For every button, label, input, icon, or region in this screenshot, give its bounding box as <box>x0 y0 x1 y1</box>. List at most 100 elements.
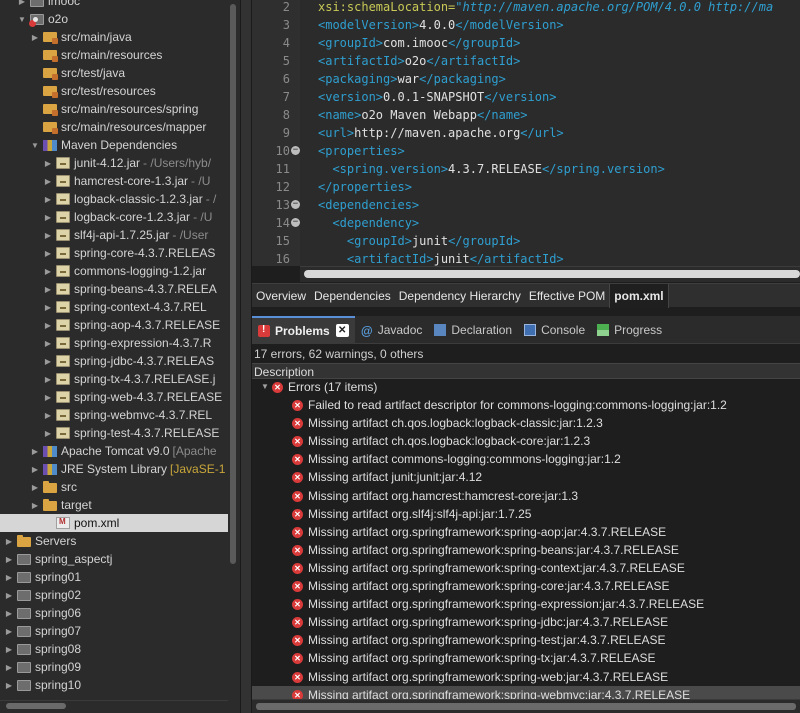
collapsed-twisty-icon[interactable]: ▶ <box>4 555 14 564</box>
view-tab[interactable]: @ Javadoc <box>355 316 429 344</box>
tree-item[interactable]: ▶ spring-aop-4.3.7.RELEASE <box>0 316 228 334</box>
tree-item[interactable]: ▶ spring06 <box>0 604 228 622</box>
problem-row[interactable]: ✕ Missing artifact org.springframework:sp… <box>252 649 800 667</box>
tree-item[interactable]: src/main/resources <box>0 46 228 64</box>
problem-row[interactable]: ✕ Missing artifact org.springframework:sp… <box>252 595 800 613</box>
collapsed-twisty-icon[interactable]: ▶ <box>30 465 40 474</box>
problem-row[interactable]: ✕ Missing artifact org.springframework:sp… <box>252 559 800 577</box>
tree-item[interactable]: ▶ spring08 <box>0 640 228 658</box>
tree-item[interactable]: ▶ spring-beans-4.3.7.RELEA <box>0 280 228 298</box>
collapsed-twisty-icon[interactable]: ▶ <box>43 159 53 168</box>
expanded-twisty-icon[interactable]: ▼ <box>17 15 27 24</box>
problem-row[interactable]: ✕ Missing artifact org.springframework:sp… <box>252 686 800 699</box>
problem-row[interactable]: ✕ Missing artifact org.springframework:sp… <box>252 631 800 649</box>
collapsed-twisty-icon[interactable]: ▶ <box>43 411 53 420</box>
tree-item[interactable]: ▼ o2o <box>0 10 228 28</box>
collapsed-twisty-icon[interactable]: ▶ <box>43 249 53 258</box>
collapsed-twisty-icon[interactable]: ▶ <box>43 195 53 204</box>
collapsed-twisty-icon[interactable]: ▶ <box>4 627 14 636</box>
fold-toggle-icon[interactable]: − <box>291 200 300 209</box>
collapsed-twisty-icon[interactable]: ▶ <box>17 0 27 6</box>
view-tab[interactable]: Problems ✕ <box>252 315 355 344</box>
problem-row[interactable]: ✕ Missing artifact junit:junit:jar:4.12 <box>252 468 800 486</box>
tree-item[interactable]: ▶ spring-test-4.3.7.RELEASE <box>0 424 228 442</box>
pom-tab[interactable]: Effective POM <box>525 284 609 308</box>
collapsed-twisty-icon[interactable]: ▶ <box>43 339 53 348</box>
tree-item[interactable]: ▶ Apache Tomcat v9.0 [Apache <box>0 442 228 460</box>
collapsed-twisty-icon[interactable]: ▶ <box>43 393 53 402</box>
tree-item[interactable]: ▶ spring-web-4.3.7.RELEASE <box>0 388 228 406</box>
collapsed-twisty-icon[interactable]: ▶ <box>43 429 53 438</box>
explorer-scroll-thumb[interactable] <box>230 4 236 564</box>
tree-item[interactable]: ▶ spring02 <box>0 586 228 604</box>
code-line[interactable]: <url>http://maven.apache.org</url> <box>318 124 564 142</box>
tree-item[interactable]: src/main/resources/mapper <box>0 118 228 136</box>
tree-item[interactable]: ▶ JRE System Library [JavaSE-1 <box>0 460 228 478</box>
collapsed-twisty-icon[interactable]: ▶ <box>43 357 53 366</box>
collapsed-twisty-icon[interactable]: ▶ <box>43 267 53 276</box>
pom-tab[interactable]: Dependency Hierarchy <box>395 284 525 308</box>
code-line[interactable]: xsi:schemaLocation="http://maven.apache.… <box>318 0 773 16</box>
problems-hscroll-thumb[interactable] <box>256 703 796 710</box>
pom-tab[interactable]: Dependencies <box>310 284 395 308</box>
collapsed-twisty-icon[interactable]: ▶ <box>30 483 40 492</box>
tree-item[interactable]: ▶ spring09 <box>0 658 228 676</box>
tree-item[interactable]: ▶ logback-classic-1.2.3.jar - / <box>0 190 228 208</box>
collapsed-twisty-icon[interactable]: ▶ <box>43 177 53 186</box>
tree-item[interactable]: pom.xml <box>0 514 228 532</box>
tree-item[interactable]: ▶ spring07 <box>0 622 228 640</box>
view-tab[interactable]: Declaration <box>428 316 518 344</box>
tree-item[interactable]: ▶ junit-4.12.jar - /Users/hyb/ <box>0 154 228 172</box>
problem-row[interactable]: ✕ Missing artifact org.springframework:sp… <box>252 523 800 541</box>
problem-row[interactable]: ✕ Missing artifact org.slf4j:slf4j-api:ja… <box>252 505 800 523</box>
code-line[interactable]: <version>0.0.1-SNAPSHOT</version> <box>318 88 556 106</box>
pom-tab[interactable]: pom.xml <box>609 283 669 308</box>
expanded-twisty-icon[interactable]: ▼ <box>30 141 40 150</box>
code-line[interactable]: <groupId>com.imooc</groupId> <box>318 34 520 52</box>
tree-item[interactable]: ▼ Maven Dependencies <box>0 136 228 154</box>
problem-row[interactable]: ✕ Failed to read artifact descriptor for … <box>252 396 800 414</box>
tree-item[interactable]: src/main/resources/spring <box>0 100 228 118</box>
collapsed-twisty-icon[interactable]: ▶ <box>43 303 53 312</box>
code-line[interactable]: </properties> <box>318 178 412 196</box>
code-line[interactable]: <name>o2o Maven Webapp</name> <box>318 106 528 124</box>
code-line[interactable]: <dependencies> <box>318 196 419 214</box>
collapsed-twisty-icon[interactable]: ▶ <box>30 447 40 456</box>
tree-item[interactable]: ▶ spring01 <box>0 568 228 586</box>
code-line[interactable]: <dependency> <box>318 214 419 232</box>
problem-row[interactable]: ✕ Missing artifact org.hamcrest:hamcrest-… <box>252 487 800 505</box>
collapsed-twisty-icon[interactable]: ▶ <box>4 573 14 582</box>
collapsed-twisty-icon[interactable]: ▶ <box>43 285 53 294</box>
pane-divider[interactable] <box>240 0 252 713</box>
tree-item[interactable]: ▶ spring_aspectj <box>0 550 228 568</box>
collapsed-twisty-icon[interactable]: ▶ <box>4 645 14 654</box>
collapsed-twisty-icon[interactable]: ▶ <box>4 609 14 618</box>
tree-item[interactable]: ▶ spring-core-4.3.7.RELEAS <box>0 244 228 262</box>
errors-group-row[interactable]: ▼ ✕ Errors (17 items) <box>252 379 800 396</box>
problem-row[interactable]: ✕ Missing artifact org.springframework:sp… <box>252 577 800 595</box>
code-line[interactable]: <spring.version>4.3.7.RELEASE</spring.ve… <box>318 160 664 178</box>
fold-toggle-icon[interactable]: − <box>291 146 300 155</box>
tree-item[interactable]: ▶ spring-tx-4.3.7.RELEASE.j <box>0 370 228 388</box>
tree-item[interactable]: src/test/java <box>0 64 228 82</box>
problem-row[interactable]: ✕ Missing artifact commons-logging:common… <box>252 450 800 468</box>
close-tab-icon[interactable]: ✕ <box>335 324 349 337</box>
collapsed-twisty-icon[interactable]: ▶ <box>4 663 14 672</box>
explorer-hscroll-thumb[interactable] <box>6 703 66 709</box>
view-tab[interactable]: Progress <box>591 316 668 344</box>
tree-item[interactable]: ▶ imooc <box>0 0 228 10</box>
problem-row[interactable]: ✕ Missing artifact org.springframework:sp… <box>252 541 800 559</box>
problem-row[interactable]: ✕ Missing artifact ch.qos.logback:logback… <box>252 414 800 432</box>
tree-item[interactable]: ▶ spring-jdbc-4.3.7.RELEAS <box>0 352 228 370</box>
tree-item[interactable]: ▶ Servers <box>0 532 228 550</box>
collapsed-twisty-icon[interactable]: ▶ <box>43 213 53 222</box>
tree-item[interactable]: ▶ src/main/java <box>0 28 228 46</box>
collapsed-twisty-icon[interactable]: ▶ <box>4 537 14 546</box>
code-line[interactable]: <modelVersion>4.0.0</modelVersion> <box>318 16 564 34</box>
tree-item[interactable]: ▶ spring-expression-4.3.7.R <box>0 334 228 352</box>
collapsed-twisty-icon[interactable]: ▶ <box>30 501 40 510</box>
tree-item[interactable]: ▶ spring-webmvc-4.3.7.REL <box>0 406 228 424</box>
tree-item[interactable]: ▶ logback-core-1.2.3.jar - /U <box>0 208 228 226</box>
pom-tab[interactable]: Overview <box>252 284 310 308</box>
collapsed-twisty-icon[interactable]: ▶ <box>30 33 40 42</box>
